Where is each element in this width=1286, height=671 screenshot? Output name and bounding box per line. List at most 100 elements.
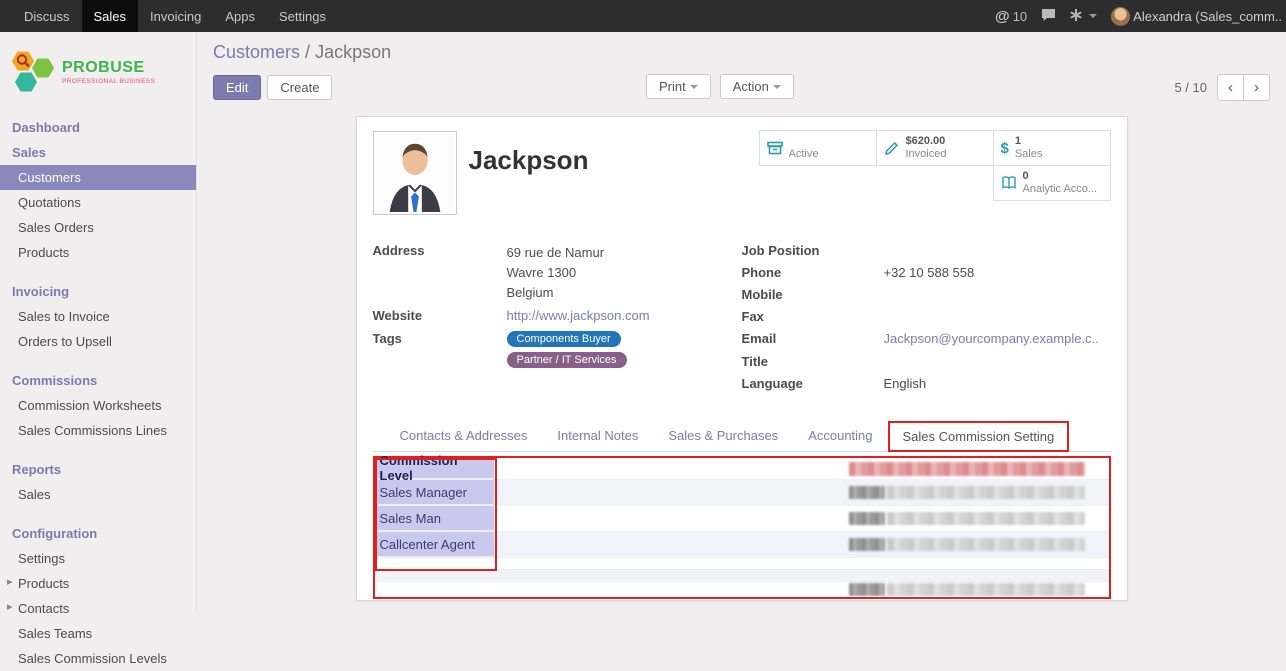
redacted-content (849, 583, 885, 596)
create-button[interactable]: Create (267, 75, 332, 100)
job-position-label: Job Position (742, 243, 884, 260)
dollar-icon: $ (1001, 140, 1009, 157)
sidebar-item-sales-commission-levels[interactable]: Sales Commission Levels (0, 646, 196, 671)
sidebar-heading-invoicing[interactable]: Invoicing (0, 279, 196, 304)
empty-cell (494, 570, 849, 581)
messaging-menu-button[interactable]: @ 10 (995, 8, 1027, 25)
chevron-down-icon (1089, 14, 1097, 18)
sidebar-item-sales-to-invoice[interactable]: Sales to Invoice (0, 304, 196, 329)
sidebar-item-orders-to-upsell[interactable]: Orders to Upsell (0, 329, 196, 354)
menu-discuss[interactable]: Discuss (12, 0, 82, 32)
pager-previous-button[interactable]: ‹ (1217, 74, 1244, 101)
sidebar-heading-dashboard[interactable]: Dashboard (0, 115, 196, 140)
menu-settings[interactable]: Settings (267, 0, 338, 32)
mention-icon: @ (995, 8, 1010, 25)
website-label: Website (373, 308, 507, 325)
redacted-content (849, 512, 885, 525)
sidebar-item-config-products[interactable]: ▸ Products (0, 571, 196, 596)
commission-row-sales-man[interactable]: Sales Man (375, 506, 1109, 532)
sidebar-item-quotations[interactable]: Quotations (0, 190, 196, 215)
column-header-commission-level[interactable]: Commission Level (375, 458, 494, 479)
tab-internal-notes[interactable]: Internal Notes (542, 420, 653, 451)
redacted-content (849, 538, 885, 551)
redacted-content (887, 512, 1085, 525)
sidebar-heading-reports[interactable]: Reports (0, 457, 196, 482)
tag-components-buyer[interactable]: Components Buyer (507, 331, 621, 347)
sidebar-item-settings[interactable]: Settings (0, 546, 196, 571)
stat-value: 1 (1015, 135, 1021, 147)
edit-button[interactable]: Edit (213, 75, 261, 100)
analytic-accounts-stat-button[interactable]: 0Analytic Acco... (993, 165, 1111, 201)
control-panel-buttons: Edit Create Print Action 5 / 10 ‹ › (213, 74, 1270, 101)
commission-level-cell[interactable]: Sales Man (375, 506, 494, 531)
breadcrumb-customers-link[interactable]: Customers (213, 42, 300, 62)
title-label: Title (742, 354, 884, 371)
expand-caret-icon[interactable]: ▸ (7, 575, 13, 588)
expand-caret-icon[interactable]: ▸ (7, 600, 13, 613)
commission-level-cell[interactable]: Callcenter Agent (375, 532, 494, 557)
commission-table-red-highlight: Commission Level Sales Manager Sales Man… (373, 456, 1111, 599)
active-stat-button[interactable]: Active (759, 130, 877, 166)
address-label: Address (373, 243, 507, 303)
commission-row-sales-manager[interactable]: Sales Manager (375, 480, 1109, 506)
customer-form-sheet: Jackpson Active $620.00Invoiced $ 1Sal (356, 116, 1128, 601)
menu-invoicing[interactable]: Invoicing (138, 0, 213, 32)
sidebar-item-products[interactable]: Products (0, 240, 196, 265)
email-label: Email (742, 331, 884, 348)
email-link[interactable]: Jackpson@yourcompany.example.c.. (884, 331, 1099, 348)
pager-next-button[interactable]: › (1243, 74, 1270, 101)
sidebar-item-sales-report[interactable]: Sales (0, 482, 196, 507)
user-name-label: Alexandra (Sales_comm.. (1133, 9, 1282, 24)
sales-stat-button[interactable]: $ 1Sales (993, 130, 1111, 166)
sidebar-item-commission-worksheets[interactable]: Commission Worksheets (0, 393, 196, 418)
tag-partner-it-services[interactable]: Partner / IT Services (507, 352, 627, 368)
sidebar-heading-commissions[interactable]: Commissions (0, 368, 196, 393)
commission-row-callcenter-agent[interactable]: Callcenter Agent (375, 532, 1109, 558)
commission-level-cell[interactable]: Sales Manager (375, 480, 494, 505)
field-columns: Address 69 rue de Namur Wavre 1300 Belgi… (373, 243, 1111, 398)
sidebar-item-label: Products (18, 576, 69, 591)
redacted-cell (849, 480, 1109, 505)
tab-sales-purchases[interactable]: Sales & Purchases (653, 420, 793, 451)
tab-sales-commission-setting[interactable]: Sales Commission Setting (888, 421, 1070, 452)
menu-apps[interactable]: Apps (213, 0, 267, 32)
tags-label: Tags (373, 331, 507, 373)
fax-label: Fax (742, 309, 884, 326)
sidebar-item-config-contacts[interactable]: ▸Contacts (0, 596, 196, 621)
chevron-down-icon (690, 85, 698, 89)
address-value: 69 rue de Namur Wavre 1300 Belgium (507, 243, 605, 303)
website-link[interactable]: http://www.jackpson.com (507, 308, 650, 325)
chat-bubble-button[interactable] (1041, 8, 1056, 25)
redacted-cell (849, 582, 1109, 597)
activity-menu-button[interactable] (1070, 9, 1097, 24)
language-label: Language (742, 376, 884, 393)
sidebar-item-customers[interactable]: Customers (0, 165, 196, 190)
sidebar-heading-configuration[interactable]: Configuration (0, 521, 196, 546)
stat-label: Sales (1015, 148, 1043, 160)
chevron-down-icon (773, 85, 781, 89)
menu-sales[interactable]: Sales (82, 0, 139, 32)
print-dropdown-button[interactable]: Print (646, 74, 711, 99)
asterisk-icon (1070, 9, 1082, 24)
empty-cell (375, 570, 494, 581)
invoiced-stat-button[interactable]: $620.00Invoiced (876, 130, 994, 166)
sidebar-heading-sales[interactable]: Sales (0, 140, 196, 165)
address-line1: 69 rue de Namur (507, 243, 605, 263)
sidebar-item-sales-teams[interactable]: Sales Teams (0, 621, 196, 646)
user-menu-button[interactable]: Alexandra (Sales_comm.. (1111, 7, 1282, 26)
customer-photo[interactable] (373, 131, 457, 215)
redacted-content (887, 583, 1085, 596)
redacted-content (887, 486, 1085, 499)
row-spacer (494, 532, 849, 557)
left-sidebar: PROBUSE PROFESSIONAL BUSINESS Dashboard … (0, 32, 197, 613)
tab-accounting[interactable]: Accounting (793, 420, 887, 451)
tab-contacts-addresses[interactable]: Contacts & Addresses (385, 420, 543, 451)
empty-row (375, 558, 1109, 570)
sidebar-item-sales-orders[interactable]: Sales Orders (0, 215, 196, 240)
book-icon (1001, 175, 1017, 191)
notebook-tabs: Contacts & Addresses Internal Notes Sale… (373, 420, 1111, 452)
action-dropdown-button[interactable]: Action (720, 74, 794, 99)
app-menus: Discuss Sales Invoicing Apps Settings (0, 0, 338, 32)
sidebar-item-sales-commissions-lines[interactable]: Sales Commissions Lines (0, 418, 196, 443)
stat-label: Analytic Acco... (1023, 183, 1098, 195)
